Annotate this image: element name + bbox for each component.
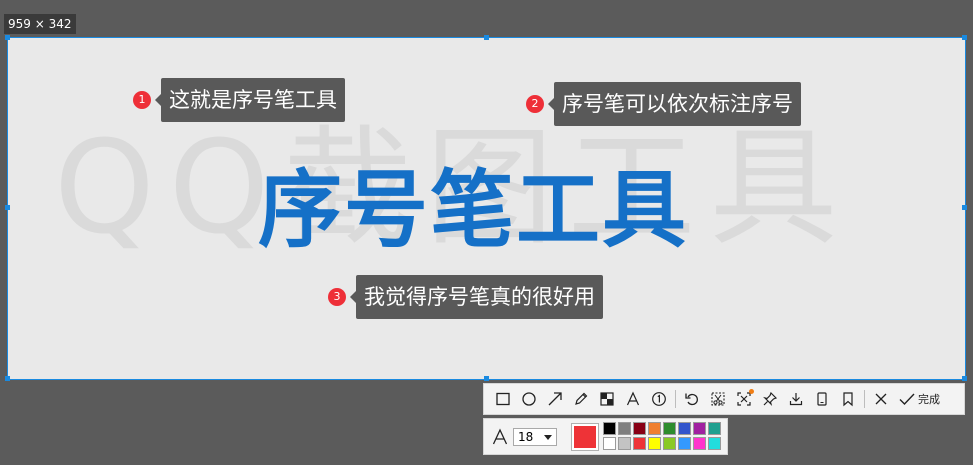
font-size-dropdown[interactable]: 18 (513, 428, 557, 446)
ellipse-icon (522, 392, 536, 406)
marker-label-3: 我觉得序号笔真的很好用 (350, 275, 603, 319)
marker-number-2: 2 (526, 95, 544, 113)
arrow-icon (548, 392, 562, 406)
color-swatch[interactable] (618, 422, 631, 435)
color-swatch[interactable] (693, 437, 706, 450)
sequence-marker-3[interactable]: 3 我觉得序号笔真的很好用 (328, 275, 603, 319)
bookmark-icon (843, 392, 853, 407)
bookmark-button[interactable] (835, 386, 861, 412)
resize-handle-right[interactable] (962, 205, 967, 210)
resize-handle-left[interactable] (5, 205, 10, 210)
toolbar-separator (864, 390, 865, 408)
toolbar-separator (675, 390, 676, 408)
marker-number-1: 1 (133, 91, 151, 109)
text-icon (626, 391, 640, 406)
download-icon (789, 393, 803, 406)
sequence-number-icon (652, 392, 666, 406)
color-swatch[interactable] (678, 422, 691, 435)
resize-handle-bottom-right[interactable] (962, 376, 967, 381)
pin-button[interactable] (757, 386, 783, 412)
color-swatch[interactable] (603, 422, 616, 435)
sequence-marker-2[interactable]: 2 序号笔可以依次标注序号 (526, 82, 801, 126)
checkmark-icon (899, 393, 915, 406)
new-feature-dot (749, 389, 754, 394)
color-swatch[interactable] (618, 437, 631, 450)
pin-icon (763, 391, 778, 406)
resize-handle-top-left[interactable] (5, 35, 10, 40)
chevron-down-icon (544, 435, 552, 440)
resize-handle-top[interactable] (484, 35, 489, 40)
color-swatch[interactable] (663, 437, 676, 450)
pencil-tool-button[interactable] (568, 386, 594, 412)
undo-button[interactable] (679, 386, 705, 412)
pencil-icon (575, 392, 588, 405)
marker-number-3: 3 (328, 288, 346, 306)
rectangle-tool-button[interactable] (490, 386, 516, 412)
screen-recognition-button[interactable] (731, 386, 757, 412)
capture-area[interactable]: QQ截图工具 序号笔工具 1 这就是序号笔工具 2 序号笔可以依次标注序号 3 … (7, 37, 966, 380)
color-swatch[interactable] (633, 437, 646, 450)
rectangle-icon (496, 392, 510, 406)
annotation-toolbar: 完成 (483, 383, 965, 415)
color-swatch[interactable] (708, 422, 721, 435)
color-swatch[interactable] (633, 422, 646, 435)
resize-handle-bottom-left[interactable] (5, 376, 10, 381)
color-swatch[interactable] (663, 422, 676, 435)
canvas-title: 序号笔工具 (258, 161, 689, 259)
marker-label-2: 序号笔可以依次标注序号 (548, 82, 801, 126)
send-to-device-button[interactable] (809, 386, 835, 412)
done-button-label: 完成 (918, 393, 940, 406)
arrow-tool-button[interactable] (542, 386, 568, 412)
current-color-swatch[interactable] (571, 423, 599, 451)
sequence-marker-1[interactable]: 1 这就是序号笔工具 (133, 78, 345, 122)
ellipse-tool-button[interactable] (516, 386, 542, 412)
mosaic-tool-button[interactable] (594, 386, 620, 412)
color-swatch[interactable] (693, 422, 706, 435)
sequence-number-tool-button[interactable] (646, 386, 672, 412)
close-icon (875, 393, 887, 405)
color-swatch[interactable] (648, 422, 661, 435)
color-swatch[interactable] (648, 437, 661, 450)
cutout-button[interactable] (705, 386, 731, 412)
text-tool-button[interactable] (620, 386, 646, 412)
device-icon (817, 392, 827, 406)
color-swatch[interactable] (708, 437, 721, 450)
font-size-value: 18 (518, 430, 534, 444)
text-properties-bar: 18 (483, 418, 728, 455)
cutout-icon (711, 392, 725, 406)
font-size-icon (492, 428, 508, 445)
done-button[interactable]: 完成 (898, 391, 940, 407)
color-palette (603, 422, 721, 450)
color-swatch[interactable] (603, 437, 616, 450)
current-color-fill (574, 426, 596, 448)
resize-handle-top-right[interactable] (962, 35, 967, 40)
selection-size-label: 959 × 342 (4, 14, 76, 34)
marker-label-1: 这就是序号笔工具 (155, 78, 345, 122)
undo-icon (685, 393, 698, 406)
mosaic-icon (600, 392, 614, 406)
resize-handle-bottom[interactable] (484, 376, 489, 381)
color-swatch[interactable] (678, 437, 691, 450)
cancel-button[interactable] (868, 386, 894, 412)
download-button[interactable] (783, 386, 809, 412)
